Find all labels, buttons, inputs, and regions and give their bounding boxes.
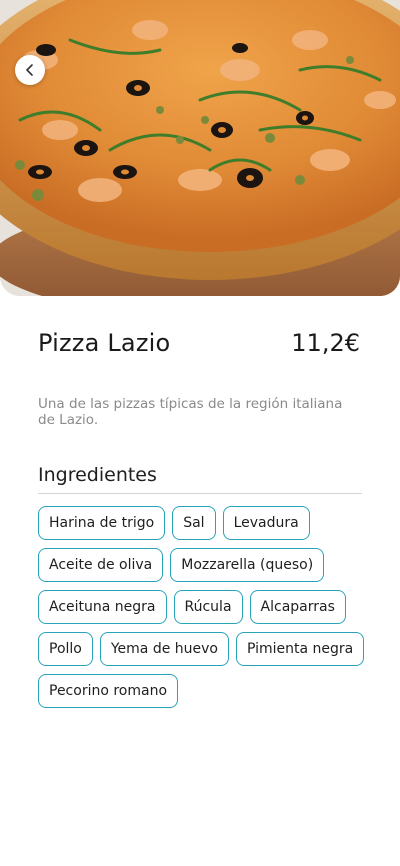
ingredient-chip[interactable]: Harina de trigo [38, 506, 166, 540]
ingredient-chip[interactable]: Sal [172, 506, 216, 540]
product-description: Una de las pizzas típicas de la región i… [38, 396, 343, 428]
ingredient-chip[interactable]: Levadura [222, 506, 310, 540]
product-title: Pizza Lazio [38, 329, 171, 357]
chevron-left-icon [26, 64, 33, 76]
ingredient-chip[interactable]: Aceituna negra [38, 590, 167, 624]
ingredient-chip[interactable]: Pimienta negra [236, 632, 365, 666]
ingredient-list: Harina de trigo Sal Levadura Aceite de o… [38, 506, 368, 708]
ingredient-chip[interactable]: Alcaparras [249, 590, 346, 624]
ingredient-chip[interactable]: Pecorino romano [38, 674, 179, 708]
ingredient-chip[interactable]: Mozzarella (queso) [170, 548, 325, 582]
ingredient-chip[interactable]: Aceite de oliva [38, 548, 164, 582]
ingredient-chip[interactable]: Rúcula [173, 590, 243, 624]
ingredient-chip[interactable]: Yema de huevo [99, 632, 229, 666]
divider [38, 493, 362, 494]
ingredients-heading: Ingredientes [38, 464, 157, 486]
ingredient-chip[interactable]: Pollo [38, 632, 93, 666]
pizza-image [0, 0, 400, 296]
product-price: 11,2€ [291, 329, 360, 357]
back-button[interactable] [15, 55, 45, 85]
hero-image [0, 0, 400, 296]
